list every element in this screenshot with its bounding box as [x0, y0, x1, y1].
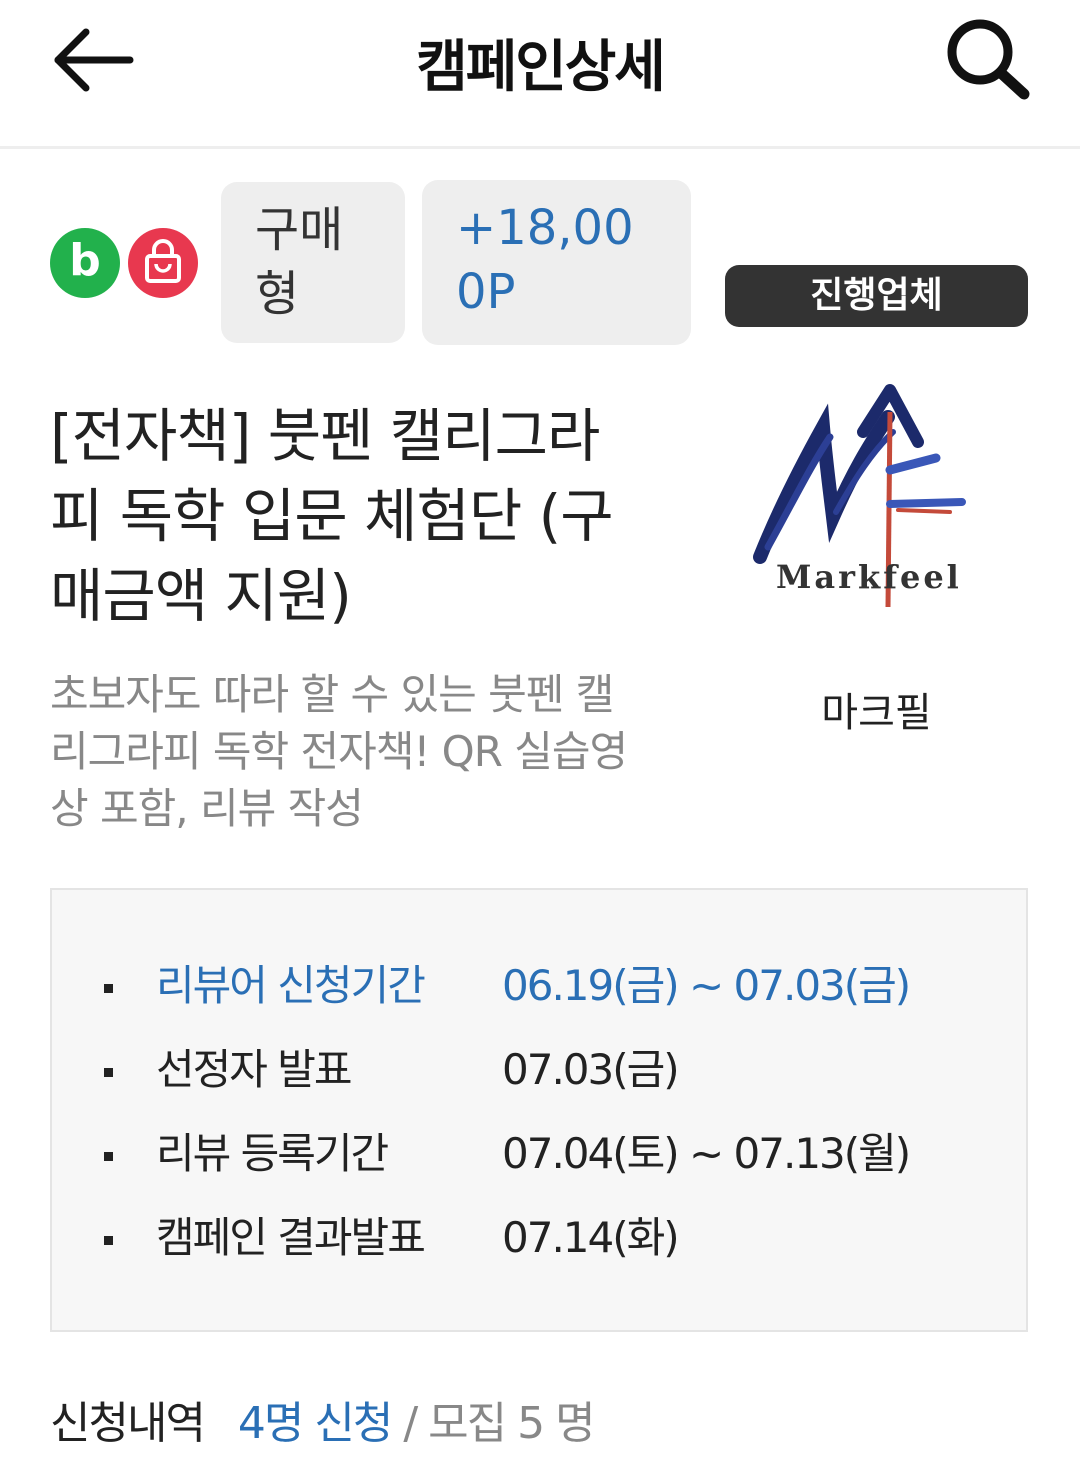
schedule-value: 06.19(금) ~ 07.03(금) [502, 961, 911, 1010]
campaign-title-line: [전자책] 붓펜 캘리그라 [50, 402, 600, 470]
vendor-name[interactable]: 마크필 [725, 680, 1028, 738]
campaign-type-chip: 구매 형 [221, 182, 405, 343]
shopping-bag-icon [145, 239, 181, 283]
applied-count: 4명 신청 [237, 1398, 393, 1449]
schedule-row-result: 캠페인 결과발표 07.14(화) [52, 1208, 1026, 1268]
application-status: 신청내역 4명 신청 / 모집 5 명 [50, 1394, 596, 1454]
campaign-type-line1: 구매 [255, 202, 344, 258]
schedule-label: 캠페인 결과발표 [156, 1213, 426, 1262]
campaign-description: 초보자도 따라 할 수 있는 붓펜 캘 리그라피 독학 전자책! QR 실습영 … [50, 666, 690, 837]
campaign-title: [전자책] 붓펜 캘리그라 피 독학 입문 체험단 (구 매금액 지원) [50, 396, 690, 636]
schedule-label: 리뷰 등록기간 [156, 1129, 389, 1178]
campaign-desc-line: 초보자도 따라 할 수 있는 붓펜 캘 [50, 670, 614, 719]
recruit-count: / 모집 5 명 [391, 1398, 595, 1449]
schedule-value: 07.14(화) [502, 1213, 680, 1262]
vendor-button[interactable]: 진행업체 [725, 265, 1028, 327]
search-button[interactable] [940, 14, 1036, 104]
campaign-type-line2: 형 [255, 266, 300, 322]
schedule-row-apply-period: 리뷰어 신청기간 06.19(금) ~ 07.03(금) [52, 956, 1026, 1016]
campaign-title-line: 매금액 지원) [50, 562, 352, 630]
vendor-logo[interactable]: Markfeel [738, 352, 1028, 642]
schedule-label: 리뷰어 신청기간 [156, 961, 426, 1010]
bullet-icon [104, 1068, 113, 1077]
bullet-icon [104, 984, 113, 993]
blog-badge-letter: b [69, 235, 101, 286]
schedule-row-announcement: 선정자 발표 07.03(금) [52, 1040, 1026, 1100]
schedule-panel: 리뷰어 신청기간 06.19(금) ~ 07.03(금) 선정자 발표 07.0… [50, 888, 1028, 1332]
reward-point-line2: 0P [456, 264, 516, 320]
blog-badge: b [50, 228, 120, 298]
shopping-badge [128, 228, 198, 298]
vendor-logo-text: Markfeel [776, 558, 962, 596]
application-label: 신청내역 [50, 1398, 206, 1449]
campaign-desc-line: 상 포함, 리뷰 작성 [50, 784, 364, 833]
bullet-icon [104, 1152, 113, 1161]
schedule-row-review-period: 리뷰 등록기간 07.04(토) ~ 07.13(월) [52, 1124, 1026, 1184]
top-app-bar: 캠페인상세 [0, 0, 1080, 149]
reward-point-chip: +18,00 0P [422, 180, 691, 345]
campaign-title-line: 피 독학 입문 체험단 (구 [50, 482, 614, 550]
campaign-desc-line: 리그라피 독학 전자책! QR 실습영 [50, 727, 628, 776]
page-title: 캠페인상세 [416, 35, 666, 100]
schedule-label: 선정자 발표 [156, 1045, 353, 1094]
search-icon [947, 19, 1030, 100]
schedule-value: 07.03(금) [502, 1045, 680, 1094]
bullet-icon [104, 1236, 113, 1245]
reward-point-line1: +18,00 [456, 200, 634, 256]
schedule-value: 07.04(토) ~ 07.13(월) [502, 1129, 911, 1178]
